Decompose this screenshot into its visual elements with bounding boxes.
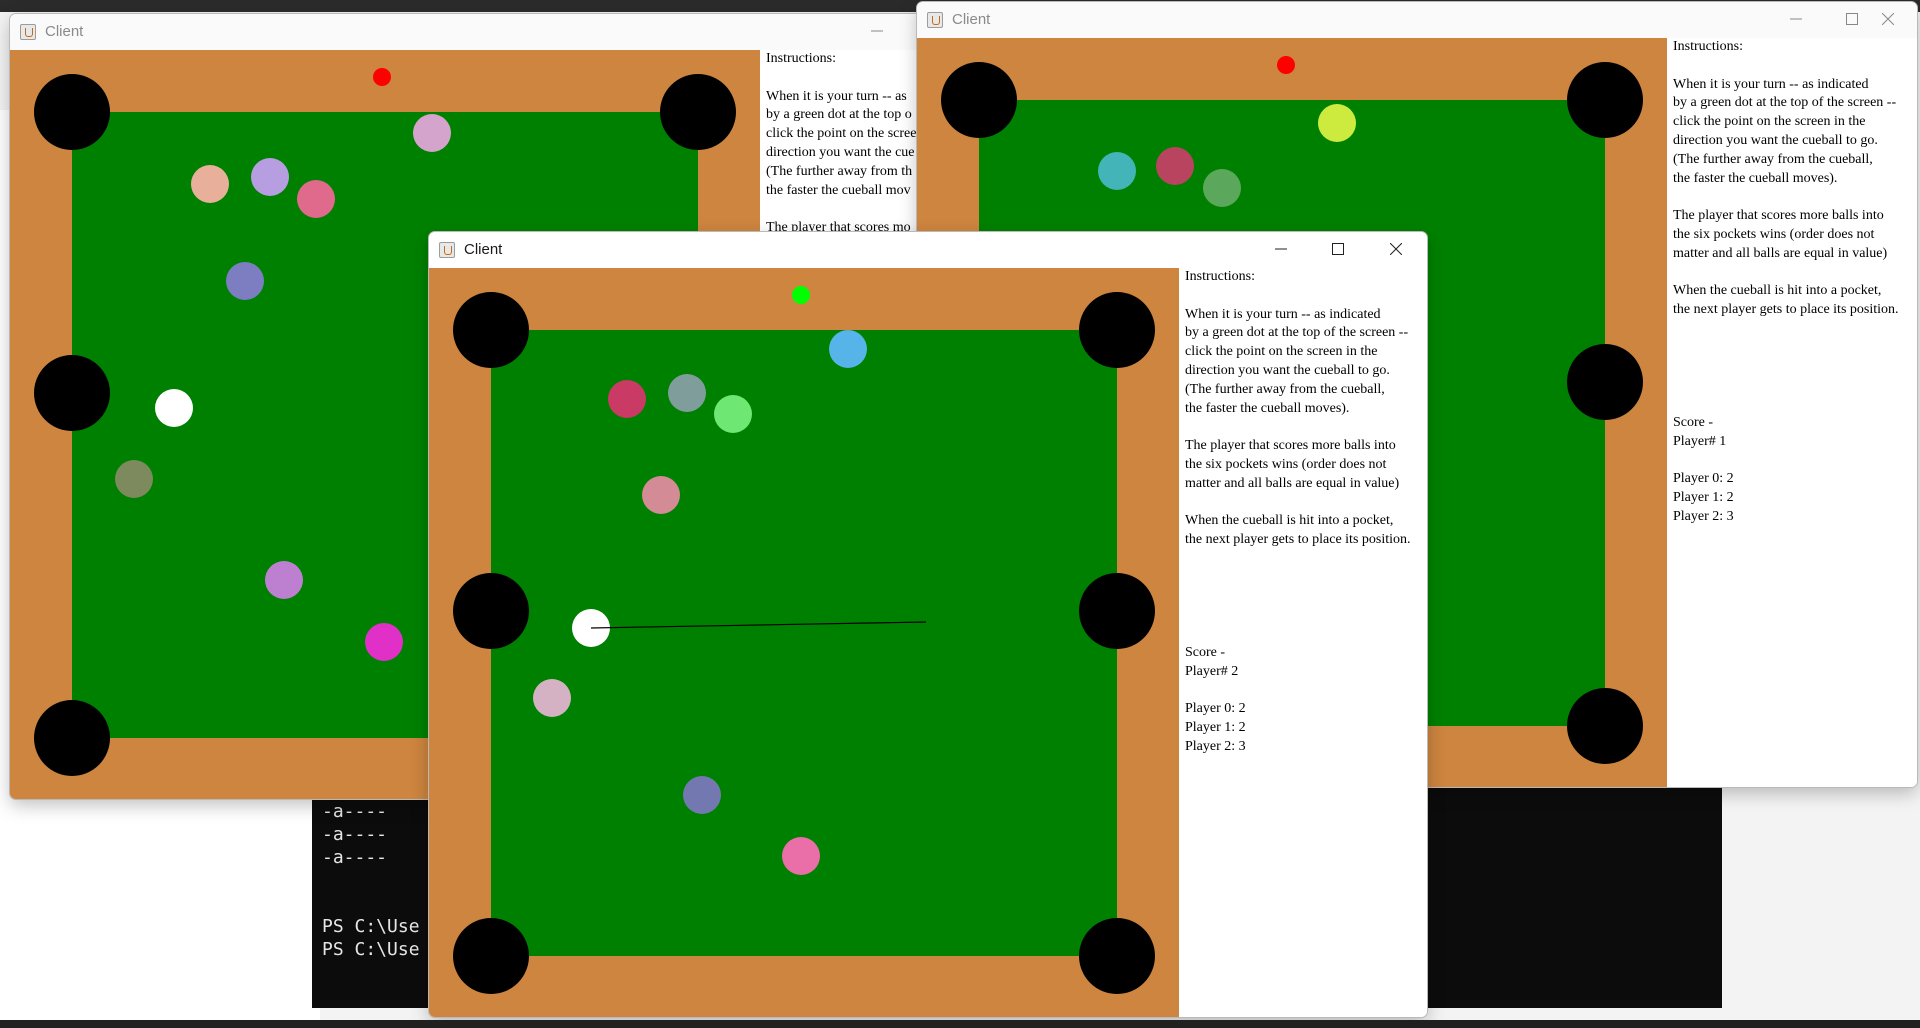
cueball — [155, 389, 193, 427]
current-player-label: Player# 2 — [1185, 663, 1239, 679]
ball — [251, 158, 289, 196]
instructions-heading: Instructions: — [1185, 269, 1255, 284]
instruction-line: When it is your turn -- as indicated — [1673, 76, 1869, 92]
score-heading: Score - — [1185, 644, 1226, 660]
instruction-line: the six pockets wins (order does not — [1673, 226, 1875, 242]
score-heading: Score - — [1673, 414, 1714, 430]
instruction-line: the six pockets wins (order does not — [1185, 456, 1387, 472]
minimize-button[interactable] — [850, 14, 906, 50]
aim-line — [590, 621, 927, 629]
pocket — [1567, 688, 1643, 764]
window-title: Client — [464, 241, 503, 258]
pocket — [34, 74, 110, 150]
window-title: Client — [45, 23, 84, 40]
title-bar[interactable]: Client — [429, 232, 1427, 268]
close-button[interactable] — [1369, 232, 1425, 268]
instruction-line: (The further away from the cueball, — [1673, 151, 1873, 167]
turn-indicator-dot — [1277, 56, 1295, 74]
ball — [297, 180, 335, 218]
instructions-heading: Instructions: — [1673, 39, 1743, 54]
ball — [1318, 104, 1356, 142]
client-window-front[interactable]: Client Instructions: When it is your tur… — [429, 232, 1427, 1017]
title-bar[interactable]: Client — [917, 2, 1917, 38]
minimize-button[interactable] — [1769, 2, 1825, 38]
instructions-panel: Instructions: When it is your turn -- as… — [1185, 268, 1427, 1017]
close-icon — [1882, 13, 1894, 25]
java-app-icon — [439, 242, 455, 258]
pocket — [941, 62, 1017, 138]
minimize-icon — [1275, 248, 1287, 250]
close-button[interactable] — [1861, 2, 1917, 38]
taskbar-strip — [0, 1020, 1920, 1028]
pool-table[interactable] — [429, 268, 1179, 1017]
pocket — [34, 355, 110, 431]
pocket — [660, 74, 736, 150]
instruction-line: matter and all balls are equal in value) — [1673, 245, 1888, 261]
ball — [191, 165, 229, 203]
java-app-icon — [927, 12, 943, 28]
player-score: Player 0: 2 — [1673, 471, 1734, 487]
player-score: Player 1: 2 — [1673, 490, 1734, 506]
instruction-line: the next player gets to place its positi… — [1185, 532, 1411, 548]
instruction-line: The player that scores more balls into — [1185, 438, 1396, 454]
instruction-line: the next player gets to place its positi… — [1673, 302, 1899, 318]
minimize-icon — [1790, 18, 1802, 20]
ball — [413, 114, 451, 152]
maximize-button[interactable] — [1311, 232, 1367, 268]
instruction-line: When the cueball is hit into a pocket, — [1185, 513, 1394, 529]
instruction-line: the faster the cueball moves). — [1185, 400, 1350, 416]
instructions-panel: Instructions: When it is your turn -- as… — [1673, 38, 1917, 787]
instruction-line: the faster the cueball moves). — [1673, 170, 1838, 186]
instruction-line: When it is your turn -- as indicated — [1185, 306, 1381, 322]
maximize-icon — [1332, 243, 1344, 255]
minimize-button[interactable] — [1254, 232, 1310, 268]
current-player-label: Player# 1 — [1673, 433, 1727, 449]
instruction-line: by a green dot at the top of the screen … — [1185, 325, 1409, 341]
close-icon — [1390, 243, 1402, 255]
instruction-line: click the point on the screen in the — [1185, 344, 1378, 360]
player-score: Player 2: 3 — [1185, 738, 1246, 754]
instruction-line: click the point on the screen in the — [1673, 114, 1866, 130]
pocket — [1567, 62, 1643, 138]
instruction-line: The player that scores more balls into — [1673, 208, 1884, 224]
instruction-line: direction you want the cueball to go. — [1673, 132, 1878, 148]
player-score: Player 1: 2 — [1185, 720, 1246, 736]
player-score: Player 2: 3 — [1673, 508, 1734, 524]
pocket — [1567, 344, 1643, 420]
java-app-icon — [20, 24, 36, 40]
ball — [1098, 152, 1136, 190]
title-bar[interactable]: Client — [10, 14, 1010, 50]
turn-indicator-dot — [373, 68, 391, 86]
window-title: Client — [952, 11, 991, 28]
instruction-line: matter and all balls are equal in value) — [1185, 475, 1400, 491]
instruction-line: When the cueball is hit into a pocket, — [1673, 283, 1882, 299]
ball — [115, 460, 153, 498]
ball — [365, 623, 403, 661]
player-score: Player 0: 2 — [1185, 701, 1246, 717]
ball — [1203, 169, 1241, 207]
instruction-line: by a green dot at the top of the screen … — [1673, 95, 1897, 111]
pocket — [34, 700, 110, 776]
maximize-icon — [1846, 13, 1858, 25]
instruction-line: direction you want the cueball to go. — [1185, 362, 1390, 378]
ball — [265, 561, 303, 599]
ball — [1156, 147, 1194, 185]
instruction-line: (The further away from the cueball, — [1185, 381, 1385, 397]
minimize-icon — [871, 30, 883, 32]
ball — [226, 262, 264, 300]
